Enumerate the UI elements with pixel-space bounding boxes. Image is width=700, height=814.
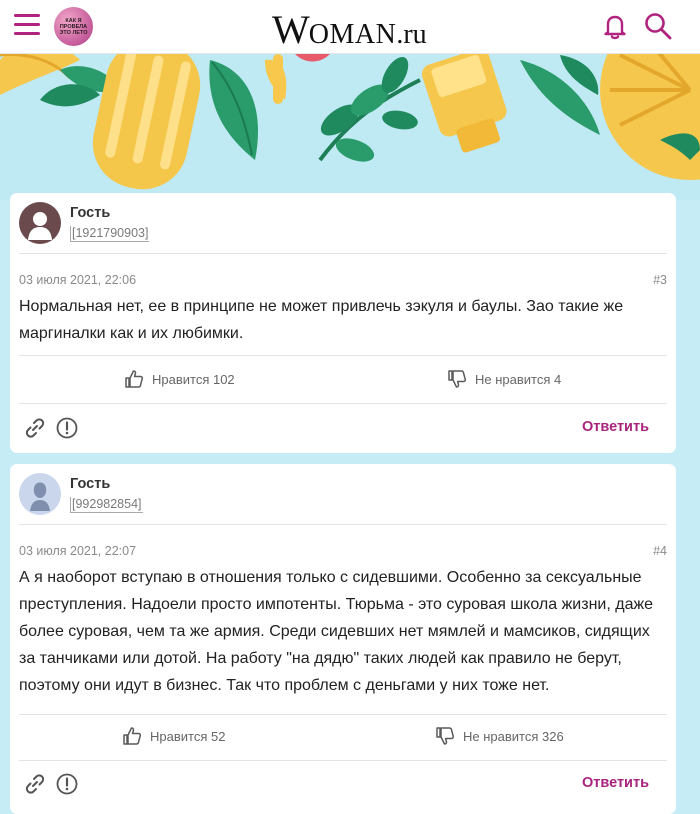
divider	[19, 253, 667, 254]
avatar[interactable]	[19, 202, 61, 244]
reply-button[interactable]: Ответить	[582, 419, 649, 435]
bell-icon[interactable]	[600, 11, 630, 41]
dislike-button[interactable]: Не нравится 326	[435, 726, 564, 746]
like-count: Нравится 102	[152, 371, 235, 387]
like-button[interactable]: Нравится 52	[122, 726, 225, 746]
comment-date: 03 июля 2021, 22:07	[19, 544, 137, 558]
thumbs-down-icon	[448, 370, 467, 388]
user-avatar-icon	[19, 473, 61, 515]
search-icon[interactable]	[643, 11, 673, 41]
report-icon[interactable]	[55, 772, 79, 796]
logo-tld: .ru	[396, 19, 427, 50]
dislike-count: Не нравится 4	[475, 371, 562, 387]
comment-author-id: [992982854]	[70, 497, 143, 513]
comment-text: Нормальная нет, ее в принципе не может п…	[19, 298, 624, 342]
link-icon[interactable]	[23, 772, 47, 796]
thumbs-up-icon	[125, 370, 144, 388]
divider	[19, 355, 667, 356]
comment-text: А я наоборот вступаю в отношения только …	[19, 569, 654, 694]
comment-author: Гость	[70, 205, 111, 221]
comment-date: 03 июля 2021, 22:06	[19, 273, 137, 287]
promo-badge[interactable]: КАК Я ПРОВЕЛА ЭТО ЛЕТО	[54, 7, 93, 46]
like-count: Нравится 52	[150, 728, 226, 744]
promo-badge-label: КАК Я ПРОВЕЛА ЭТО ЛЕТО	[59, 17, 88, 36]
site-header: КАК Я ПРОВЕЛА ЭТО ЛЕТО W OMAN .ru	[0, 0, 700, 54]
user-avatar-icon	[19, 202, 61, 244]
thumbs-up-icon	[123, 727, 142, 745]
comment-number[interactable]: #4	[653, 544, 667, 558]
comment-author: Гость	[70, 476, 111, 492]
logo-caps: OMAN	[308, 19, 397, 50]
menu-icon[interactable]	[14, 14, 42, 38]
comment-author-id: [1921790903]	[70, 226, 150, 242]
divider	[19, 403, 667, 404]
comment-card: Гость [1921790903] 03 июля 2021, 22:06 #…	[10, 193, 676, 453]
link-icon[interactable]	[23, 416, 47, 440]
divider	[19, 524, 667, 525]
avatar[interactable]	[19, 473, 61, 515]
report-icon[interactable]	[55, 416, 79, 440]
comment-card: Гость [992982854] 03 июля 2021, 22:07 #4…	[10, 464, 676, 814]
divider	[19, 760, 667, 761]
comment-number[interactable]: #3	[653, 273, 667, 287]
site-logo[interactable]: W OMAN .ru	[272, 6, 427, 52]
logo-w: W	[272, 7, 310, 52]
like-button[interactable]: Нравится 102	[124, 369, 235, 389]
reply-button[interactable]: Ответить	[582, 775, 649, 791]
divider	[19, 714, 667, 715]
thumbs-down-icon	[436, 727, 455, 745]
dislike-button[interactable]: Не нравится 4	[447, 369, 561, 389]
dislike-count: Не нравится 326	[463, 728, 564, 744]
